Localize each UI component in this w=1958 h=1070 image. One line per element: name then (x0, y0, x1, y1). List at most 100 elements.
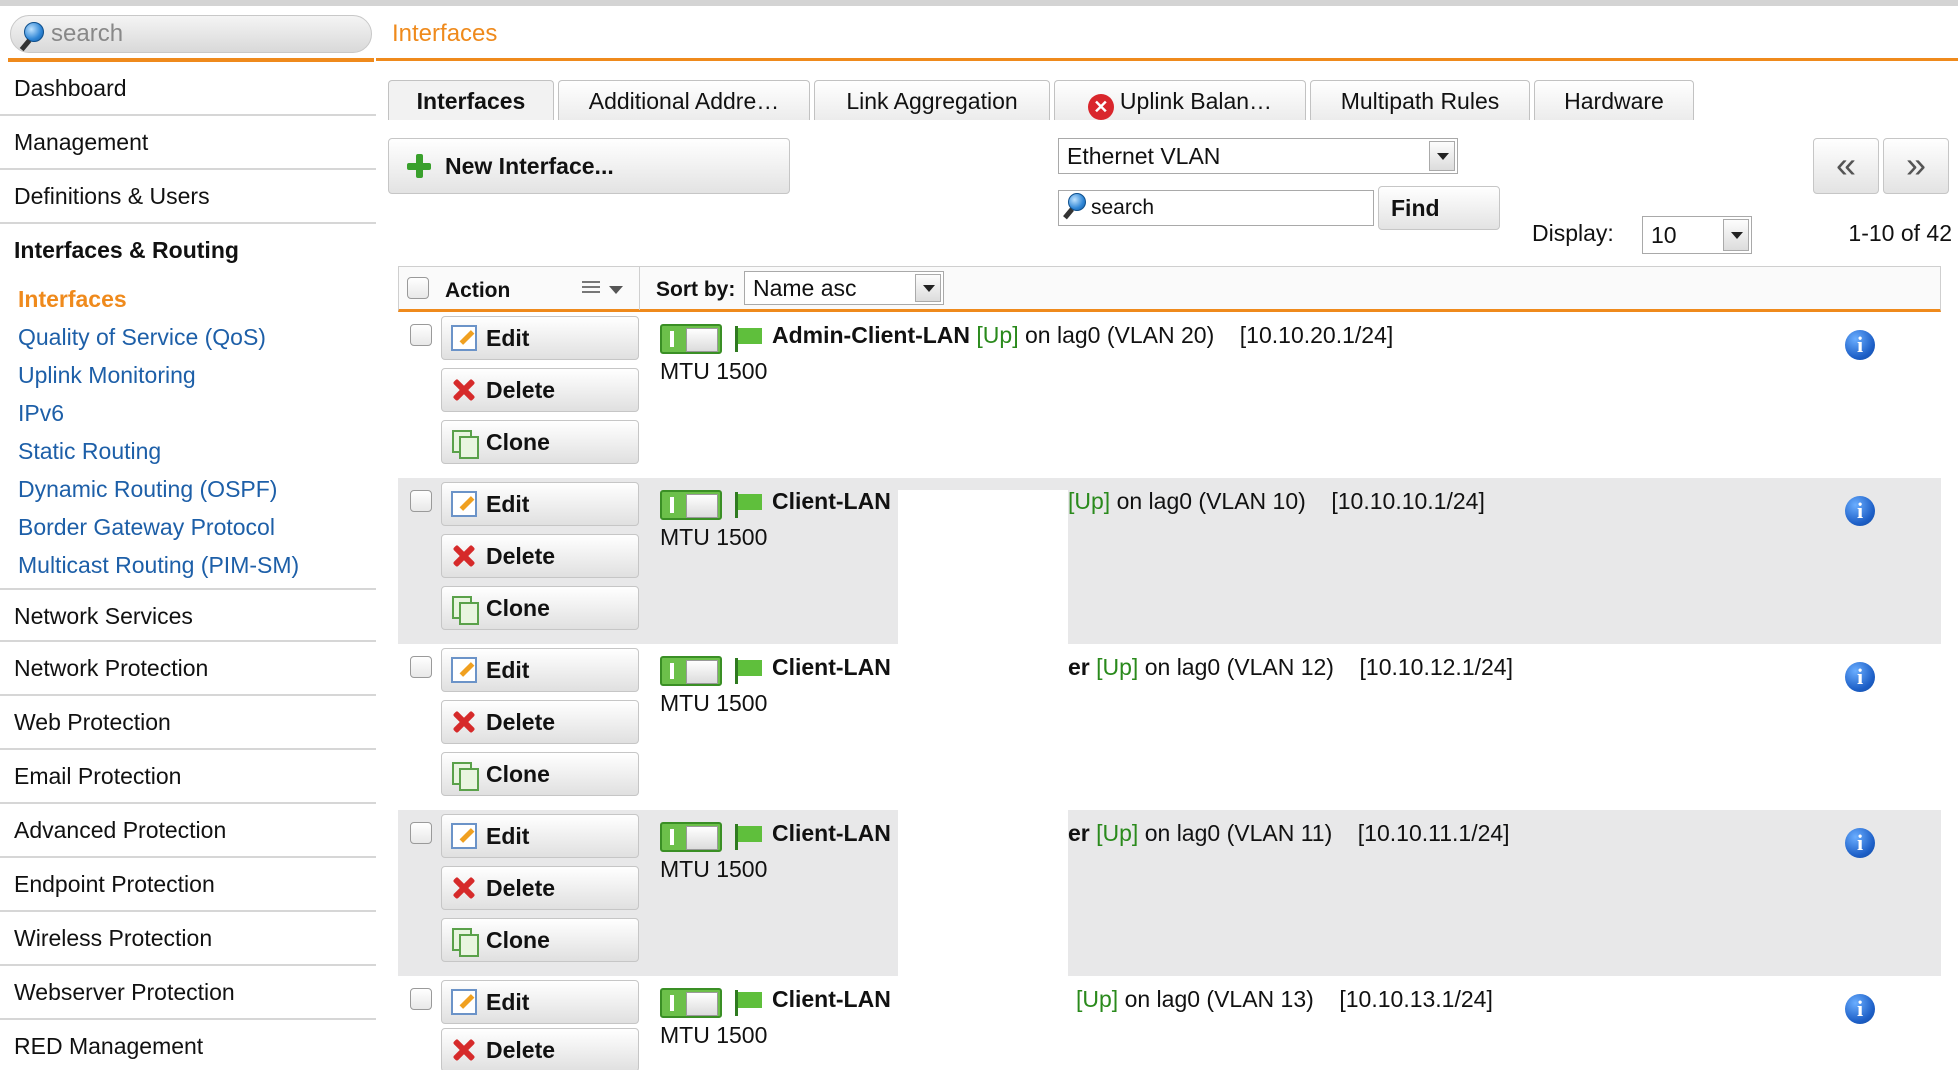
table-row: Edit Delete Clone Client-LAN er [Up] on … (398, 644, 1941, 810)
first-page-button[interactable]: « (1813, 138, 1879, 194)
clone-button[interactable]: Clone (441, 586, 639, 630)
subnav-interfaces[interactable]: Interfaces (18, 284, 127, 314)
new-interface-button[interactable]: New Interface... (388, 138, 790, 194)
result-range: 1-10 of 42 (1848, 220, 1952, 246)
delete-button[interactable]: Delete (441, 368, 639, 412)
subnav-ospf[interactable]: Dynamic Routing (OSPF) (18, 474, 277, 504)
find-button[interactable]: Find (1378, 186, 1500, 230)
delete-button[interactable]: Delete (441, 866, 639, 910)
enable-toggle[interactable] (660, 324, 722, 354)
nav-network-protection[interactable]: Network Protection (0, 642, 376, 696)
nav-advanced-protection[interactable]: Advanced Protection (0, 804, 376, 858)
row-checkbox[interactable] (410, 490, 432, 512)
tab-interfaces[interactable]: Interfaces (388, 80, 554, 120)
list-search[interactable] (1058, 190, 1374, 226)
enable-toggle[interactable] (660, 988, 722, 1018)
interface-mtu: MTU 1500 (660, 690, 768, 716)
interface-summary-tail: [Up] on lag0 (VLAN 13) [10.10.13.1/24] (1076, 986, 1493, 1013)
new-interface-label: New Interface... (445, 153, 614, 179)
next-page-button[interactable]: » (1883, 138, 1949, 194)
delete-button[interactable]: Delete (441, 534, 639, 578)
interface-binding: on lag0 (VLAN 20) (1025, 322, 1215, 348)
chevron-down-icon[interactable] (609, 286, 623, 294)
delete-icon (451, 377, 477, 403)
enable-toggle[interactable] (660, 822, 722, 852)
type-filter-select[interactable]: Ethernet VLAN (1058, 138, 1458, 174)
list-icon[interactable] (582, 281, 600, 297)
subnav-qos[interactable]: Quality of Service (QoS) (18, 322, 266, 352)
nav-network-services[interactable]: Network Services (0, 588, 376, 642)
edit-button[interactable]: Edit (441, 482, 639, 526)
info-icon[interactable]: i (1845, 496, 1875, 526)
subnav-static-routing[interactable]: Static Routing (18, 436, 161, 466)
interface-summary: Client-LAN (772, 986, 891, 1013)
nav-definitions-users[interactable]: Definitions & Users (0, 170, 376, 224)
interface-address: [10.10.13.1/24] (1339, 986, 1493, 1012)
tab-hardware[interactable]: Hardware (1534, 80, 1694, 120)
info-icon[interactable]: i (1845, 662, 1875, 692)
subnav-ipv6[interactable]: IPv6 (18, 398, 64, 428)
interface-summary: Admin-Client-LAN [Up] on lag0 (VLAN 20) … (772, 322, 1393, 349)
subnav-bgp[interactable]: Border Gateway Protocol (18, 512, 275, 542)
nav-dashboard[interactable]: Dashboard (0, 62, 376, 116)
interface-mtu: MTU 1500 (660, 856, 768, 882)
subnav-multicast[interactable]: Multicast Routing (PIM-SM) (18, 550, 299, 580)
nav-management[interactable]: Management (0, 116, 376, 170)
clone-button[interactable]: Clone (441, 918, 639, 962)
row-checkbox[interactable] (410, 988, 432, 1010)
select-all-checkbox[interactable] (407, 277, 429, 299)
error-circle-icon: ✕ (1087, 94, 1114, 120)
info-icon[interactable]: i (1845, 994, 1875, 1024)
row-checkbox[interactable] (410, 324, 432, 346)
interface-status: [Up] (1096, 654, 1139, 680)
interface-status: [Up] (1076, 986, 1119, 1012)
nav-web-protection[interactable]: Web Protection (0, 696, 376, 750)
nav-email-protection[interactable]: Email Protection (0, 750, 376, 804)
tab-link-aggregation[interactable]: Link Aggregation (814, 80, 1050, 120)
edit-button[interactable]: Edit (441, 814, 639, 858)
nav-endpoint-protection[interactable]: Endpoint Protection (0, 858, 376, 912)
title-separator (376, 58, 1958, 61)
delete-button[interactable]: Delete (441, 700, 639, 744)
edit-icon (451, 657, 477, 683)
interface-binding: on lag0 (VLAN 10) (1116, 488, 1306, 514)
edit-button[interactable]: Edit (441, 980, 639, 1024)
sort-label: Sort by: (656, 278, 736, 301)
clone-label: Clone (486, 429, 550, 455)
nav-wireless-protection[interactable]: Wireless Protection (0, 912, 376, 966)
row-checkbox[interactable] (410, 656, 432, 678)
nav-red-management[interactable]: RED Management (0, 1020, 376, 1070)
clone-button[interactable]: Clone (441, 420, 639, 464)
delete-icon (451, 875, 477, 901)
delete-button[interactable]: Delete (441, 1028, 639, 1070)
clone-label: Clone (486, 595, 550, 621)
clone-button[interactable]: Clone (441, 752, 639, 796)
tab-uplink-balancing[interactable]: ✕ Uplink Balan… (1054, 80, 1306, 120)
clone-icon (452, 596, 479, 625)
display-count-select[interactable]: 10 (1642, 216, 1752, 254)
subnav-uplink-monitoring[interactable]: Uplink Monitoring (18, 360, 196, 390)
list-search-input[interactable] (1091, 195, 1361, 221)
info-icon[interactable]: i (1845, 330, 1875, 360)
display-label: Display: (1532, 220, 1614, 246)
sidebar-search-input[interactable] (51, 22, 351, 46)
edit-button[interactable]: Edit (441, 316, 639, 360)
row-checkbox[interactable] (410, 822, 432, 844)
nav-interfaces-routing[interactable]: Interfaces & Routing (0, 224, 376, 278)
info-icon[interactable]: i (1845, 828, 1875, 858)
sidebar: Dashboard Management Definitions & Users… (0, 6, 376, 1070)
edit-icon (451, 325, 477, 351)
interface-binding: on lag0 (VLAN 13) (1124, 986, 1314, 1012)
nav-webserver-protection[interactable]: Webserver Protection (0, 966, 376, 1020)
tab-multipath-rules[interactable]: Multipath Rules (1310, 80, 1530, 120)
chevron-down-icon[interactable] (915, 274, 941, 302)
chevron-down-icon[interactable] (1723, 219, 1749, 251)
enable-toggle[interactable] (660, 656, 722, 686)
chevron-down-icon[interactable] (1429, 141, 1455, 171)
edit-button[interactable]: Edit (441, 648, 639, 692)
interface-summary: Client-LAN (772, 654, 891, 681)
sidebar-search[interactable] (10, 15, 372, 53)
enable-toggle[interactable] (660, 490, 722, 520)
tab-additional-addresses[interactable]: Additional Addre… (558, 80, 810, 120)
sort-select[interactable]: Name asc (744, 271, 944, 305)
